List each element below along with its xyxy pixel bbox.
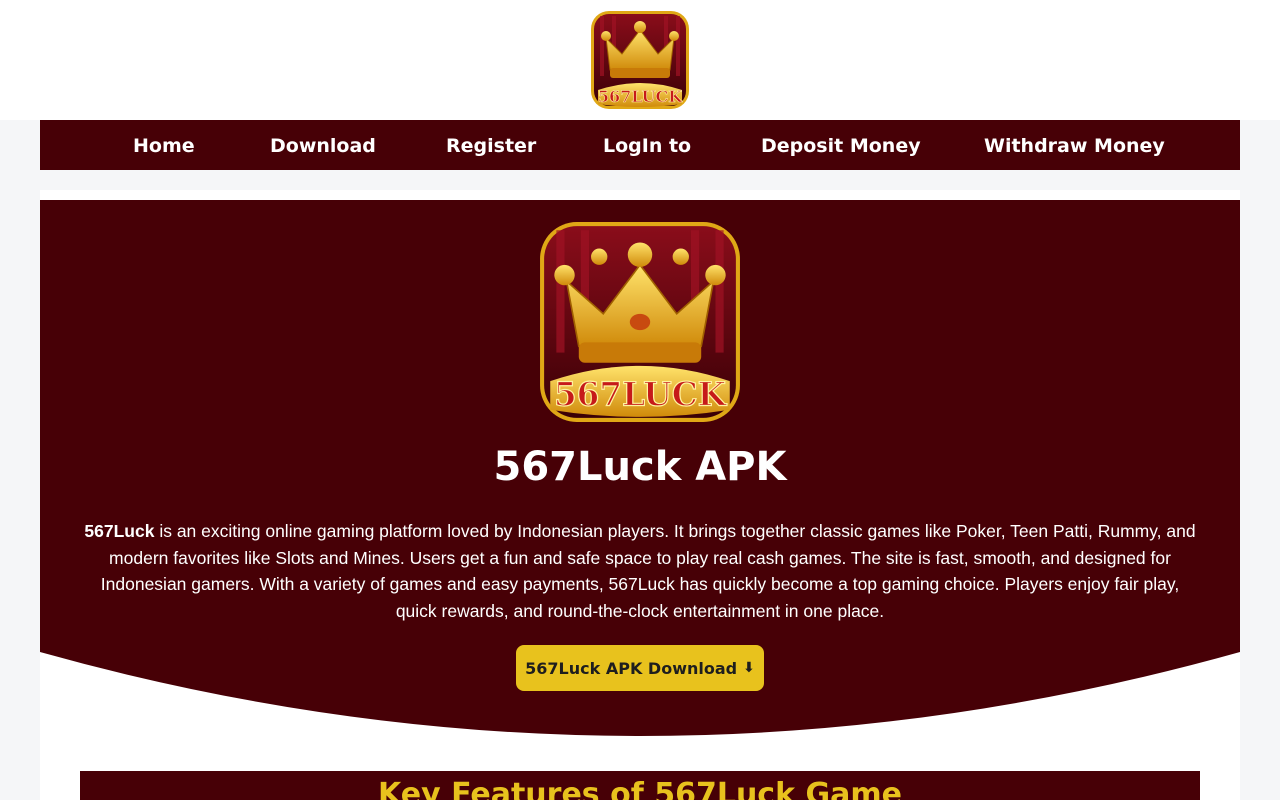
download-arrow-icon: ⬇ — [743, 660, 755, 676]
nav-download[interactable]: Download — [270, 120, 376, 170]
nav-login[interactable]: LogIn to — [603, 120, 691, 170]
nav-withdraw-money[interactable]: Withdraw Money — [984, 120, 1165, 170]
brand-logo[interactable]: 567LUCK — [590, 10, 690, 110]
apk-download-button[interactable]: 567Luck APK Download ⬇ — [516, 645, 764, 691]
hero-description-text: is an exciting online gaming platform lo… — [100, 521, 1196, 621]
apk-download-button-label: 567Luck APK Download — [525, 658, 738, 678]
hero-description: 567Luck is an exciting online gaming pla… — [80, 518, 1200, 624]
site-header: 567LUCK — [0, 0, 1280, 120]
hero-app-logo: 567LUCK — [540, 222, 740, 422]
hero-logo-text: 567LUCK — [554, 375, 728, 414]
features-heading: Key Features of 567Luck Game — [378, 777, 902, 800]
features-section: Key Features of 567Luck Game — [80, 771, 1200, 800]
nav-register[interactable]: Register — [446, 120, 536, 170]
nav-home[interactable]: Home — [133, 120, 195, 170]
main-nav: Home Download Register LogIn to Deposit … — [40, 120, 1240, 170]
hero-description-brand: 567Luck — [84, 521, 155, 541]
page-title: 567Luck APK — [493, 444, 787, 490]
nav-deposit-money[interactable]: Deposit Money — [761, 120, 921, 170]
brand-logo-text: 567LUCK — [598, 87, 683, 106]
